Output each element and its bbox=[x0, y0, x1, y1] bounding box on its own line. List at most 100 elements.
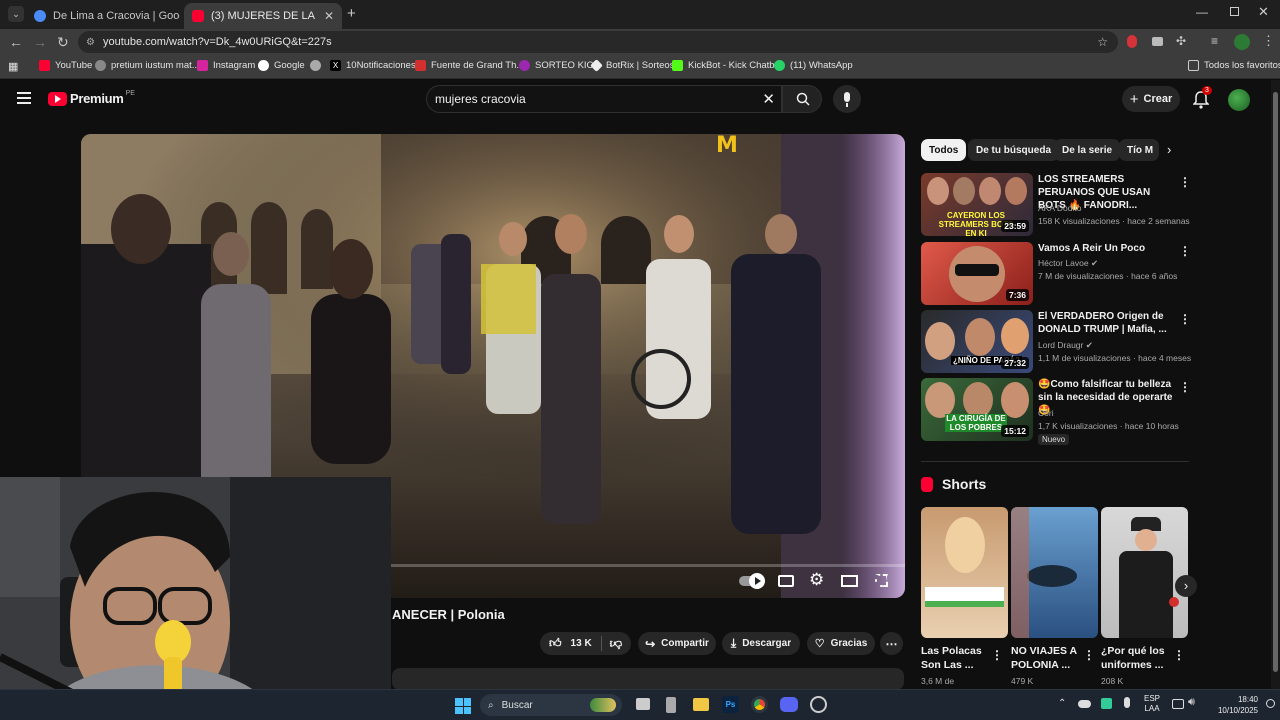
share-button[interactable]: ↪ Compartir bbox=[638, 632, 716, 655]
language-indicator[interactable]: ESP LAA bbox=[1144, 694, 1160, 714]
autoplay-toggle[interactable] bbox=[739, 573, 765, 589]
guide-menu-icon[interactable] bbox=[17, 92, 31, 104]
notification-center-icon[interactable] bbox=[1266, 699, 1275, 708]
bookmark-google[interactable]: Google bbox=[258, 60, 305, 71]
app-icon[interactable] bbox=[666, 697, 676, 713]
create-button[interactable]: + Crear bbox=[1122, 86, 1180, 112]
chip-tio[interactable]: Tío M bbox=[1119, 139, 1159, 161]
page-scrollbar[interactable] bbox=[1271, 80, 1280, 689]
chip-all[interactable]: Todos bbox=[921, 139, 967, 161]
volume-icon[interactable]: 🔊︎ bbox=[1188, 696, 1195, 709]
list-item[interactable]: LA CIRUGÍA DE LOS POBRES 15:12 🤩Como fal… bbox=[921, 378, 1191, 445]
bookmark-10notificaciones[interactable]: X 10Notificaciones bbox=[330, 60, 416, 71]
more-options-icon[interactable]: ⋮ bbox=[1179, 312, 1191, 326]
clock[interactable]: 18:40 10/10/2025 bbox=[1208, 694, 1258, 716]
video-thumbnail[interactable]: ¿NIÑO DE PAPÁ? 27:32 bbox=[921, 310, 1033, 373]
more-options-icon[interactable]: ⋮ bbox=[1173, 648, 1185, 662]
like-button[interactable]: 👍︎ 13 K 👍︎ bbox=[540, 632, 631, 655]
tab-list-icon[interactable]: ⌄ bbox=[8, 6, 24, 22]
bookmark-fuente[interactable]: Fuente de Grand Th... bbox=[415, 60, 524, 71]
extension-icon[interactable] bbox=[1152, 37, 1163, 46]
close-window-button[interactable]: ✕ bbox=[1258, 4, 1269, 20]
bookmark-kickbot[interactable]: KickBot - Kick Chatb... bbox=[672, 60, 783, 71]
channel-name[interactable]: Lord Draugr ✔ bbox=[1038, 340, 1093, 351]
microphone-icon[interactable] bbox=[1124, 697, 1130, 708]
notifications-button[interactable]: 3 bbox=[1192, 86, 1212, 114]
start-menu-icon[interactable] bbox=[455, 698, 471, 714]
onedrive-icon[interactable] bbox=[1078, 700, 1091, 708]
short-thumbnail[interactable] bbox=[921, 507, 1008, 638]
more-options-icon[interactable]: ⋮ bbox=[1179, 244, 1191, 258]
apps-grid-icon[interactable]: ▦ bbox=[8, 60, 18, 73]
bookmark-sorteo-kick[interactable]: SORTEO KICK bbox=[519, 60, 600, 71]
bookmark-instagram[interactable]: Instagram bbox=[197, 60, 255, 71]
back-icon[interactable]: ← bbox=[9, 33, 23, 51]
video-thumbnail[interactable]: CAYERON LOS STREAMERS BOTS EN KI 23:59 bbox=[921, 173, 1033, 236]
youtube-logo[interactable]: Premium PE bbox=[48, 90, 135, 106]
reload-icon[interactable]: ↻ bbox=[57, 33, 69, 51]
chip-from-series[interactable]: De la serie bbox=[1054, 139, 1121, 161]
bookmark-whatsapp[interactable]: (11) WhatsApp bbox=[774, 60, 853, 71]
more-options-icon[interactable]: ⋮ bbox=[1083, 648, 1095, 662]
bookmark-globe[interactable] bbox=[310, 60, 326, 71]
theater-mode-icon[interactable] bbox=[841, 575, 858, 587]
new-tab-button[interactable]: + bbox=[347, 5, 356, 22]
site-info-icon[interactable]: ⚙ bbox=[86, 37, 95, 48]
close-tab-icon[interactable]: ✕ bbox=[318, 9, 334, 23]
extensions-puzzle-icon[interactable]: ✣ bbox=[1176, 34, 1186, 48]
more-options-icon[interactable]: ⋮ bbox=[1179, 175, 1191, 189]
bookmark-botrix[interactable]: BotRix | Sorteos bbox=[590, 59, 674, 72]
tab-google-travel[interactable]: De Lima a Cracovia | Google Vu ✕ bbox=[26, 3, 180, 29]
thanks-button[interactable]: ♡ Gracias bbox=[807, 632, 875, 655]
taskbar-search[interactable]: ⌕ Buscar bbox=[480, 694, 622, 716]
chip-from-search[interactable]: De tu búsqueda bbox=[968, 139, 1060, 161]
file-explorer-icon[interactable] bbox=[693, 698, 709, 711]
app-icon[interactable] bbox=[810, 696, 827, 713]
shorts-next-button[interactable]: › bbox=[1175, 575, 1197, 597]
bookmark-star-icon[interactable]: ☆ bbox=[1097, 35, 1108, 49]
download-button[interactable]: ⤓ Descargar bbox=[722, 632, 800, 655]
short-thumbnail[interactable] bbox=[1101, 507, 1188, 638]
task-view-icon[interactable] bbox=[636, 698, 650, 710]
account-avatar[interactable] bbox=[1228, 89, 1250, 111]
clear-search-icon[interactable]: ✕ bbox=[762, 90, 775, 108]
profile-avatar[interactable] bbox=[1234, 34, 1250, 50]
chips-next-icon[interactable]: › bbox=[1167, 142, 1171, 157]
tray-app-icon[interactable] bbox=[1101, 698, 1112, 709]
subtitles-icon[interactable] bbox=[778, 575, 794, 587]
description-box[interactable] bbox=[392, 668, 904, 690]
search-button[interactable] bbox=[782, 85, 822, 113]
thumbs-down-icon[interactable]: 👍︎ bbox=[610, 636, 623, 651]
channel-name[interactable]: Héctor Lavoe ✔ bbox=[1038, 258, 1098, 269]
tray-chevron-icon[interactable]: ⌃ bbox=[1058, 698, 1066, 709]
all-bookmarks-folder[interactable]: Todos los favoritos bbox=[1188, 60, 1280, 71]
video-thumbnail[interactable]: 7:36 bbox=[921, 242, 1033, 305]
more-options-icon[interactable]: ⋮ bbox=[1179, 380, 1191, 394]
short-thumbnail[interactable] bbox=[1011, 507, 1098, 638]
search-input[interactable]: mujeres cracovia ✕ bbox=[426, 85, 782, 113]
bookmark-youtube[interactable]: YouTube bbox=[39, 60, 92, 71]
list-item[interactable]: ¿NIÑO DE PAPÁ? 27:32 El VERDADERO Origen… bbox=[921, 310, 1191, 374]
url-field[interactable]: ⚙ youtube.com/watch?v=Dk_4w0URiGQ&t=227s… bbox=[78, 31, 1118, 53]
scrollbar-thumb[interactable] bbox=[1273, 92, 1278, 672]
list-item[interactable]: CAYERON LOS STREAMERS BOTS EN KI 23:59 L… bbox=[921, 173, 1191, 237]
chrome-icon[interactable] bbox=[751, 696, 768, 713]
settings-gear-icon[interactable]: ⚙ bbox=[809, 570, 824, 590]
channel-name[interactable]: Cori bbox=[1038, 408, 1054, 418]
minimize-button[interactable]: — bbox=[1196, 5, 1208, 19]
channel-name[interactable]: AKA Dodito bbox=[1038, 203, 1081, 213]
discord-icon[interactable] bbox=[780, 697, 798, 712]
network-icon[interactable] bbox=[1172, 699, 1184, 709]
restore-button[interactable] bbox=[1230, 7, 1239, 16]
browser-menu-icon[interactable]: ⋮ bbox=[1262, 33, 1275, 49]
more-actions-button[interactable]: ⋯ bbox=[880, 632, 903, 655]
extension-icon[interactable] bbox=[1127, 35, 1137, 48]
tab-youtube[interactable]: (3) MUJERES DE LA NOCHE, CR ✕ bbox=[184, 3, 342, 29]
photoshop-icon[interactable]: Ps bbox=[722, 696, 739, 713]
list-item[interactable]: 7:36 Vamos A Reir Un Poco Héctor Lavoe ✔… bbox=[921, 242, 1191, 306]
video-thumbnail[interactable]: LA CIRUGÍA DE LOS POBRES 15:12 bbox=[921, 378, 1033, 441]
bookmark-pretium[interactable]: pretium iustum mat... bbox=[95, 60, 200, 71]
voice-search-button[interactable] bbox=[833, 85, 861, 113]
more-options-icon[interactable]: ⋮ bbox=[991, 648, 1003, 662]
forward-icon[interactable]: → bbox=[33, 33, 47, 51]
